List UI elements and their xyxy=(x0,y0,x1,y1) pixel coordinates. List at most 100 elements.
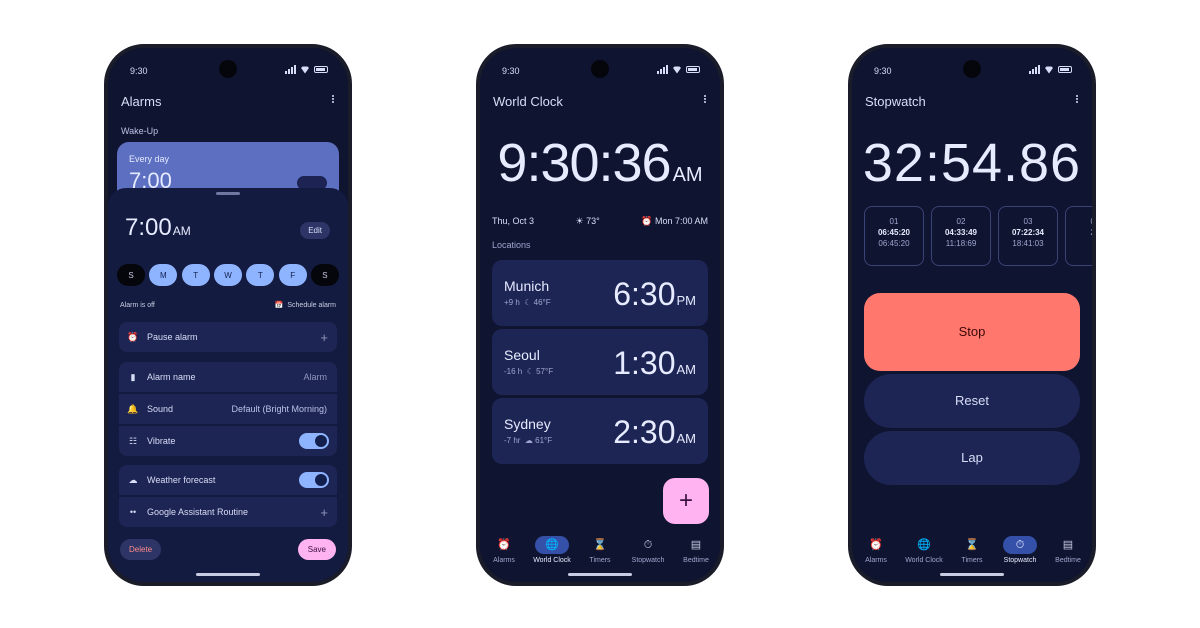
delete-button[interactable]: Delete xyxy=(120,539,162,560)
status-time: 9:30 xyxy=(874,66,892,76)
lap-card: 02 04:33:49 11:18:69 xyxy=(931,206,991,266)
add-city-button[interactable]: + xyxy=(663,478,709,524)
city-card-munich[interactable]: Munich +9 h ☾ 46°F 6:30PM xyxy=(492,260,708,326)
nav-timers[interactable]: ⌛ Timers xyxy=(948,536,996,564)
bell-icon: 🔔 xyxy=(127,403,139,414)
hourglass-icon: ⌛ xyxy=(965,539,979,551)
vibrate-row[interactable]: ☷ Vibrate xyxy=(119,426,337,456)
label-icon: ▮ xyxy=(130,371,136,382)
status-time: 9:30 xyxy=(130,66,148,76)
sound-row[interactable]: 🔔 Sound Default (Bright Morning) xyxy=(119,394,337,424)
app-title: Stopwatch xyxy=(865,94,926,109)
edit-button[interactable]: Edit xyxy=(300,222,330,239)
sound-value: Default (Bright Morning) xyxy=(231,404,327,414)
day-selector: S M T W T F S xyxy=(117,264,339,286)
signal-icon xyxy=(657,65,668,74)
wifi-icon xyxy=(672,66,682,74)
overflow-menu-icon[interactable] xyxy=(332,94,336,104)
plus-icon[interactable]: + xyxy=(320,330,328,345)
main-clock: 9:30:36 AM xyxy=(497,133,703,193)
alarm-clock-icon: ⏰ xyxy=(641,216,653,226)
stopwatch-icon: ⏱ xyxy=(643,539,653,551)
moon-icon: ☾ xyxy=(524,298,532,307)
moon-icon: ☾ xyxy=(526,367,534,376)
sheet-time[interactable]: 7:00AM xyxy=(125,214,191,242)
schedule-alarm-button[interactable]: 📅 Schedule alarm xyxy=(275,301,336,310)
day-thursday[interactable]: T xyxy=(246,264,275,286)
nav-world-clock[interactable]: 🌐 World Clock xyxy=(528,536,576,564)
city-card-sydney[interactable]: Sydney -7 hr ☁ 61°F 2:30AM xyxy=(492,398,708,464)
status-time: 9:30 xyxy=(502,66,520,76)
app-title: Alarms xyxy=(121,94,162,109)
info-line: Thu, Oct 3 ☀ 73° ⏰ Mon 7:00 AM xyxy=(492,216,708,227)
stop-button[interactable]: Stop xyxy=(864,293,1080,371)
day-monday[interactable]: M xyxy=(149,264,178,286)
alarm-name-placeholder: Alarm xyxy=(303,372,327,382)
nav-alarms[interactable]: ⏰ Alarms xyxy=(480,536,528,564)
weather-temp: 73° xyxy=(586,216,600,226)
reset-button[interactable]: Reset xyxy=(864,374,1080,428)
globe-icon: 🌐 xyxy=(917,539,931,551)
bottom-nav: ⏰ Alarms 🌐 World Clock ⌛ Timers ⏱ Stopwatch … xyxy=(480,536,720,564)
nav-bedtime[interactable]: ▤ Bedtime xyxy=(672,536,720,564)
alarm-edit-sheet: 7:00AM Edit S M T W T F S Alarm is off 📅… xyxy=(108,188,348,582)
status-bar: 9:30 xyxy=(500,64,700,78)
overflow-menu-icon[interactable] xyxy=(704,94,708,104)
alarm-clock-icon: ⏰ xyxy=(127,331,139,342)
day-wednesday[interactable]: W xyxy=(213,264,242,286)
sheet-drag-handle[interactable] xyxy=(216,192,240,195)
assistant-routine-row[interactable]: •• Google Assistant Routine + xyxy=(119,497,337,527)
lap-button[interactable]: Lap xyxy=(864,431,1080,485)
plus-icon[interactable]: + xyxy=(320,505,328,520)
phone-alarms: 9:30 Alarms Wake-Up Every day 7:00 7:00A… xyxy=(104,44,352,586)
next-alarm[interactable]: ⏰ Mon 7:00 AM xyxy=(641,216,708,227)
day-tuesday[interactable]: T xyxy=(181,264,210,286)
signal-icon xyxy=(1029,65,1040,74)
alarm-status: Alarm is off xyxy=(120,302,155,309)
alarm-clock-icon: ⏰ xyxy=(497,539,511,551)
nav-stopwatch[interactable]: ⏱ Stopwatch xyxy=(624,536,672,564)
status-bar: 9:30 xyxy=(128,64,328,78)
alarm-repeat: Every day xyxy=(129,154,170,164)
section-label: Wake-Up xyxy=(121,126,159,136)
day-saturday[interactable]: S xyxy=(310,264,339,286)
locations-label: Locations xyxy=(492,240,531,250)
city-card-seoul[interactable]: Seoul -16 h ☾ 57°F 1:30AM xyxy=(492,329,708,395)
lap-list[interactable]: 01 06:45:20 06:45:20 02 04:33:49 11:18:6… xyxy=(864,206,1092,268)
bottom-nav: ⏰ Alarms 🌐 World Clock ⌛ Timers ⏱ Stopwatch … xyxy=(852,536,1092,564)
weather-row[interactable]: ☁ Weather forecast xyxy=(119,465,337,495)
weather-toggle[interactable] xyxy=(299,472,329,488)
vibrate-toggle[interactable] xyxy=(299,433,329,449)
nav-timers[interactable]: ⌛ Timers xyxy=(576,536,624,564)
lap-card: 08 26 xyxy=(1065,206,1092,266)
home-indicator[interactable] xyxy=(196,573,260,576)
weather-icon: ☁ xyxy=(128,474,138,485)
pause-alarm-row[interactable]: ⏰ Pause alarm + xyxy=(119,322,337,352)
sun-icon: ☀ xyxy=(575,216,584,226)
stopwatch-icon: ⏱ xyxy=(1003,536,1037,554)
home-indicator[interactable] xyxy=(940,573,1004,576)
vibrate-icon: ☷ xyxy=(128,435,138,446)
overflow-menu-icon[interactable] xyxy=(1076,94,1080,104)
bed-icon: ▤ xyxy=(1062,539,1074,551)
battery-icon xyxy=(686,66,700,73)
nav-alarms[interactable]: ⏰ Alarms xyxy=(852,536,900,564)
nav-stopwatch[interactable]: ⏱ Stopwatch xyxy=(996,536,1044,564)
cloud-moon-icon: ☁ xyxy=(524,436,533,445)
alarm-name-row[interactable]: ▮ Alarm name Alarm xyxy=(119,362,337,392)
bed-icon: ▤ xyxy=(690,539,702,551)
alarm-clock-icon: ⏰ xyxy=(869,539,883,551)
save-button[interactable]: Save xyxy=(297,539,336,560)
nav-bedtime[interactable]: ▤ Bedtime xyxy=(1044,536,1092,564)
wifi-icon xyxy=(1044,66,1054,74)
hourglass-icon: ⌛ xyxy=(593,539,607,551)
home-indicator[interactable] xyxy=(568,573,632,576)
nav-world-clock[interactable]: 🌐 World Clock xyxy=(900,536,948,564)
globe-icon: 🌐 xyxy=(535,536,569,554)
lap-card: 01 06:45:20 06:45:20 xyxy=(864,206,924,266)
day-friday[interactable]: F xyxy=(278,264,307,286)
wifi-icon xyxy=(300,66,310,74)
assistant-icon: •• xyxy=(129,507,137,517)
status-bar: 9:30 xyxy=(872,64,1072,78)
day-sunday[interactable]: S xyxy=(117,264,145,286)
